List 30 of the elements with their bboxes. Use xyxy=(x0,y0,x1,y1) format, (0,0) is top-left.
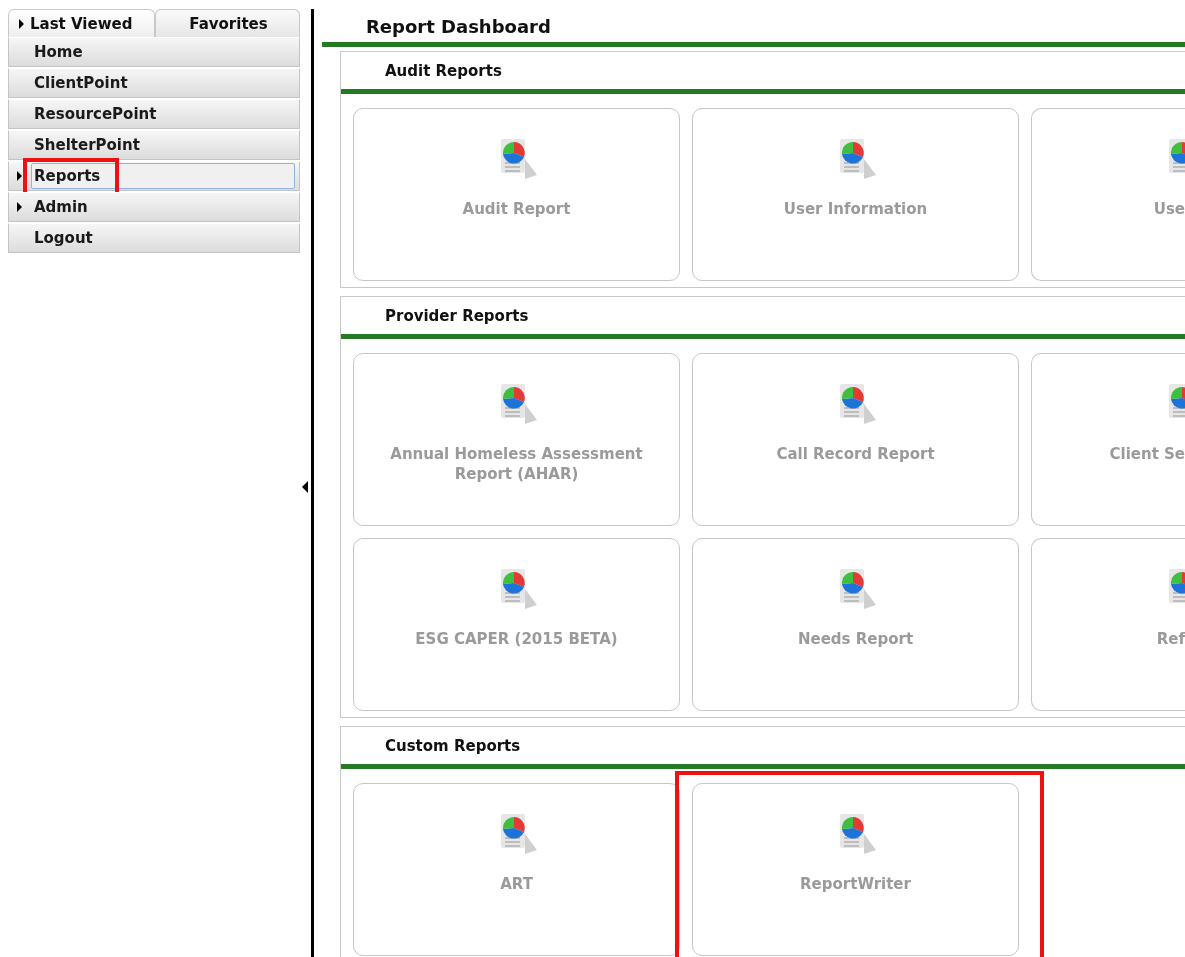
card-label: ReportWriter xyxy=(799,874,912,894)
collapse-arrow-icon[interactable] xyxy=(302,481,308,493)
section-title: Audit Reports xyxy=(385,62,502,80)
card-label: Call Record Report xyxy=(775,444,936,464)
card-label: User Information xyxy=(782,199,929,219)
section-title: Custom Reports xyxy=(385,737,521,755)
report-card[interactable]: Ref xyxy=(1031,538,1185,711)
sidebar-tab[interactable]: Last Viewed xyxy=(8,9,155,37)
report-card[interactable]: Audit Report xyxy=(353,108,680,281)
report-card[interactable]: Call Record Report xyxy=(692,353,1019,526)
report-card[interactable]: ART xyxy=(353,783,680,956)
report-card[interactable]: User Information xyxy=(692,108,1019,281)
report-card[interactable]: Needs Report xyxy=(692,538,1019,711)
card-label: Annual Homeless Assessment Report (AHAR) xyxy=(389,444,644,484)
card-label: Needs Report xyxy=(796,629,915,649)
report-card[interactable]: Use xyxy=(1031,108,1185,281)
report-card[interactable]: ReportWriter xyxy=(692,783,1019,956)
sidebar-item[interactable]: Reports xyxy=(31,163,295,189)
card-label: Client Se xyxy=(1109,444,1185,464)
page-title: Report Dashboard xyxy=(366,16,551,37)
card-label: ART xyxy=(499,874,534,894)
report-card[interactable]: Annual Homeless Assessment Report (AHAR) xyxy=(353,353,680,526)
report-card[interactable]: ESG CAPER (2015 BETA) xyxy=(353,538,680,711)
card-label: Ref xyxy=(1156,629,1185,649)
section-title: Provider Reports xyxy=(385,307,529,325)
card-label: Use xyxy=(1153,199,1185,219)
report-card[interactable]: Client Se xyxy=(1031,353,1185,526)
sidebar-tab[interactable]: Favorites xyxy=(155,9,300,37)
card-label: Audit Report xyxy=(461,199,572,219)
card-label: ESG CAPER (2015 BETA) xyxy=(414,629,619,649)
